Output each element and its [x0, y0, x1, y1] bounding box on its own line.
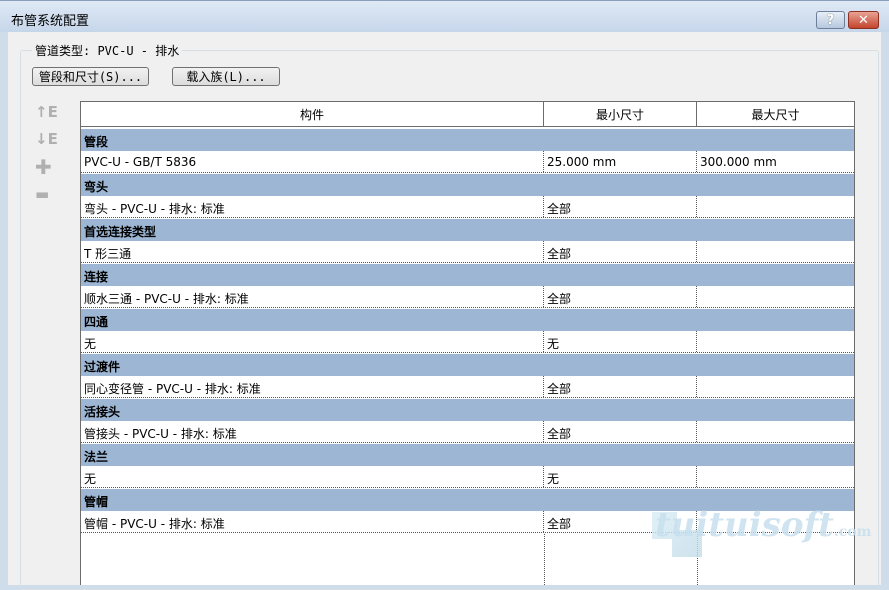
table-row[interactable]: 管接头 - PVC-U - 排水: 标准 全部 [81, 421, 854, 443]
group-header: 连接 [81, 264, 854, 286]
load-family-button[interactable]: 载入族(L)... [172, 67, 280, 86]
min-size-cell[interactable]: 全部 [544, 376, 697, 397]
group-header: 过渡件 [81, 354, 854, 376]
min-size-cell[interactable]: 无 [544, 466, 697, 487]
max-size-cell[interactable] [697, 421, 854, 442]
min-size-cell[interactable]: 无 [544, 331, 697, 352]
close-button[interactable]: ✕ [848, 11, 879, 29]
window-title: 布管系统配置 [11, 14, 90, 29]
add-icon[interactable]: ✚ [35, 155, 52, 179]
table-row[interactable]: 顺水三通 - PVC-U - 排水: 标准 全部 [81, 286, 854, 308]
segments-and-sizes-button[interactable]: 管段和尺寸(S)... [32, 67, 149, 86]
min-size-cell[interactable]: 全部 [544, 421, 697, 442]
component-cell[interactable]: PVC-U - GB/T 5836 [81, 151, 544, 172]
group-header: 四通 [81, 309, 854, 331]
max-size-cell[interactable] [697, 466, 854, 487]
table-row[interactable]: T 形三通 全部 [81, 241, 854, 263]
table-header: 构件 最小尺寸 最大尺寸 [81, 102, 854, 127]
table-row[interactable]: 同心变径管 - PVC-U - 排水: 标准 全部 [81, 376, 854, 398]
header-min-size[interactable]: 最小尺寸 [544, 102, 697, 126]
header-component[interactable]: 构件 [81, 102, 544, 126]
min-size-cell[interactable]: 全部 [544, 241, 697, 262]
max-size-cell[interactable] [697, 376, 854, 397]
component-cell[interactable]: 无 [81, 331, 544, 352]
min-size-cell[interactable]: 25.000 mm [544, 151, 697, 172]
group-header: 弯头 [81, 174, 854, 196]
group-header: 管段 [81, 129, 854, 151]
max-size-cell[interactable] [697, 331, 854, 352]
pipe-type-label: 管道类型: PVC-U - 排水 [32, 42, 183, 59]
group-header: 活接头 [81, 399, 854, 421]
component-cell[interactable]: 弯头 - PVC-U - 排水: 标准 [81, 196, 544, 217]
max-size-cell[interactable] [697, 286, 854, 307]
move-down-icon[interactable]: ↓E [35, 130, 58, 148]
help-button[interactable]: ? [816, 11, 845, 29]
table-row[interactable]: 弯头 - PVC-U - 排水: 标准 全部 [81, 196, 854, 218]
component-cell[interactable]: T 形三通 [81, 241, 544, 262]
group-header: 首选连接类型 [81, 219, 854, 241]
remove-icon[interactable]: ▬ [35, 185, 49, 203]
component-cell[interactable]: 无 [81, 466, 544, 487]
min-size-cell[interactable]: 全部 [544, 196, 697, 217]
move-up-icon[interactable]: ↑E [35, 103, 58, 121]
watermark: tuituisoft.com [655, 505, 872, 545]
component-cell[interactable]: 管接头 - PVC-U - 排水: 标准 [81, 421, 544, 442]
component-cell[interactable]: 同心变径管 - PVC-U - 排水: 标准 [81, 376, 544, 397]
title-bar: 布管系统配置 ? ✕ [0, 0, 889, 32]
min-size-cell[interactable]: 全部 [544, 286, 697, 307]
table-row[interactable]: 无无 [81, 466, 854, 488]
column-divider [544, 534, 545, 585]
table-row[interactable]: PVC-U - GB/T 5836 25.000 mm 300.000 mm [81, 151, 854, 173]
table-row[interactable]: 无无 [81, 331, 854, 353]
max-size-cell[interactable] [697, 241, 854, 262]
max-size-cell[interactable]: 300.000 mm [697, 151, 854, 172]
header-max-size[interactable]: 最大尺寸 [697, 102, 854, 126]
component-cell[interactable]: 管帽 - PVC-U - 排水: 标准 [81, 511, 544, 532]
group-header: 法兰 [81, 444, 854, 466]
component-cell[interactable]: 顺水三通 - PVC-U - 排水: 标准 [81, 286, 544, 307]
max-size-cell[interactable] [697, 196, 854, 217]
